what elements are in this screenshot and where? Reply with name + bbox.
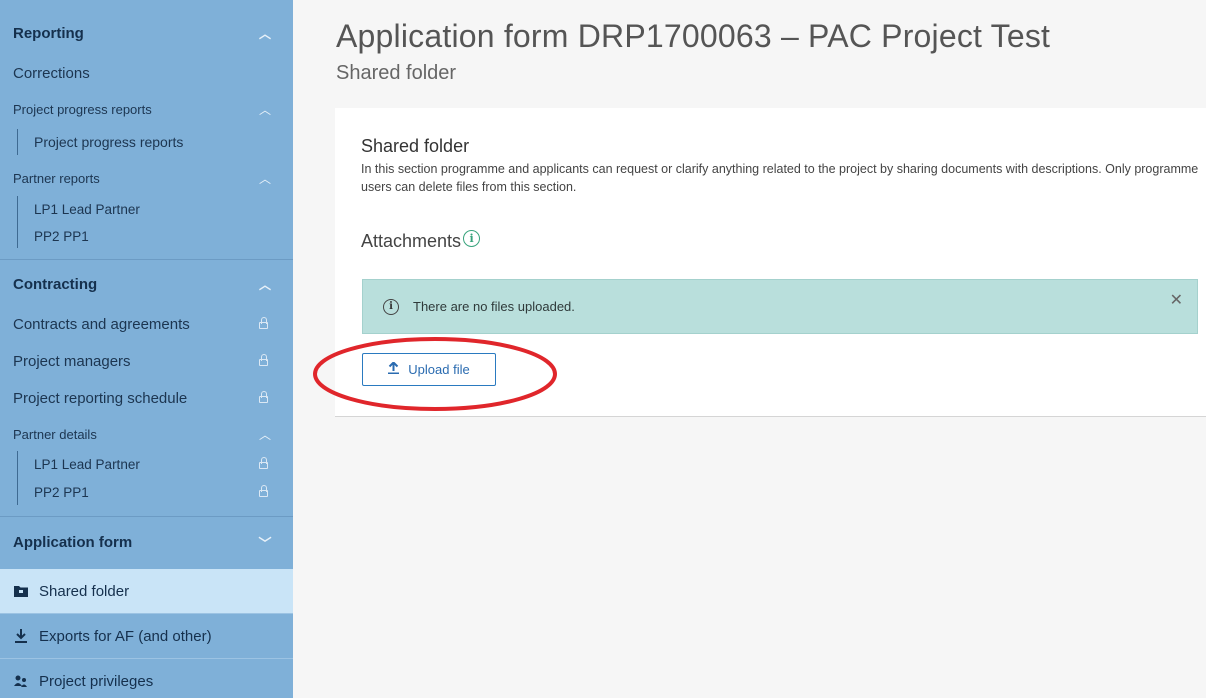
sidebar-section-label: Application form bbox=[13, 533, 133, 551]
card-title: Shared folder bbox=[361, 136, 470, 156]
sidebar-item-label: Project reporting schedule bbox=[13, 389, 188, 407]
sidebar-item-contracts[interactable]: Contracts and agreements bbox=[0, 311, 293, 337]
sidebar-group-label: Partner details bbox=[13, 426, 97, 442]
sidebar-item-label: Exports for AF (and other) bbox=[39, 627, 212, 645]
divider bbox=[0, 516, 293, 517]
sidebar-item-label: Corrections bbox=[13, 64, 90, 82]
sidebar-section-label: Reporting bbox=[13, 24, 84, 42]
card-description: In this section programme and applicants… bbox=[361, 162, 1199, 194]
sidebar: Reporting ︿ Corrections Project progress… bbox=[0, 0, 293, 698]
page-subtitle: Shared folder bbox=[336, 62, 457, 84]
sidebar-item-partner-report-pp2[interactable]: PP2 PP1 bbox=[0, 223, 293, 249]
sidebar-group-partner-details[interactable]: Partner details ︿ bbox=[0, 422, 293, 446]
sidebar-item-label: PP2 PP1 bbox=[34, 228, 89, 244]
sidebar-item-partner-details-lp1[interactable]: LP1 Lead Partner bbox=[0, 451, 293, 477]
no-files-alert: i There are no files uploaded. ✕ bbox=[362, 279, 1198, 334]
chevron-up-icon[interactable]: ︿ bbox=[258, 276, 272, 293]
chevron-up-icon[interactable]: ︿ bbox=[258, 426, 272, 443]
chevron-up-icon[interactable]: ︿ bbox=[258, 101, 272, 118]
sidebar-item-label: Contracts and agreements bbox=[13, 315, 190, 333]
sidebar-item-shared-folder[interactable]: Shared folder bbox=[0, 569, 293, 613]
sidebar-item-label: Shared folder bbox=[39, 582, 130, 600]
sidebar-group-partner-reports[interactable]: Partner reports ︿ bbox=[0, 166, 293, 190]
download-icon bbox=[13, 629, 29, 643]
lock-icon bbox=[259, 317, 268, 329]
shared-folder-card: Shared folder In this section programme … bbox=[335, 108, 1206, 417]
sidebar-item-label: PP2 PP1 bbox=[34, 484, 89, 500]
sidebar-group-label: Partner reports bbox=[13, 170, 100, 186]
sidebar-item-label: LP1 Lead Partner bbox=[34, 201, 140, 217]
users-icon bbox=[13, 675, 29, 687]
folder-icon bbox=[13, 585, 29, 597]
sidebar-group-label: Project progress reports bbox=[13, 101, 152, 117]
sidebar-item-partner-report-lp1[interactable]: LP1 Lead Partner bbox=[0, 196, 293, 222]
chevron-up-icon[interactable]: ︿ bbox=[258, 170, 272, 187]
sidebar-item-progress-reports[interactable]: Project progress reports bbox=[0, 129, 293, 155]
lock-icon bbox=[259, 457, 268, 469]
sidebar-section-contracting[interactable]: Contracting ︿ bbox=[0, 271, 293, 297]
upload-file-label: Upload file bbox=[408, 362, 470, 377]
sidebar-item-label: LP1 Lead Partner bbox=[34, 456, 140, 472]
chevron-down-icon[interactable]: ﹀ bbox=[258, 533, 272, 552]
lock-icon bbox=[259, 391, 268, 403]
sidebar-item-label: Project privileges bbox=[39, 672, 154, 690]
sidebar-item-label: Project managers bbox=[13, 352, 131, 370]
sidebar-item-label: Project progress reports bbox=[34, 134, 184, 150]
upload-icon bbox=[388, 361, 400, 377]
sidebar-item-corrections[interactable]: Corrections bbox=[0, 60, 293, 86]
sidebar-group-progress-reports[interactable]: Project progress reports ︿ bbox=[0, 97, 293, 121]
sidebar-section-application-form[interactable]: Application form ﹀ bbox=[0, 528, 293, 556]
close-icon[interactable]: ✕ bbox=[1170, 290, 1183, 310]
sidebar-section-label: Contracting bbox=[13, 275, 98, 293]
chevron-up-icon[interactable]: ︿ bbox=[258, 25, 272, 42]
page-title: Application form DRP1700063 – PAC Projec… bbox=[336, 18, 1051, 54]
divider bbox=[0, 259, 293, 260]
upload-file-button[interactable]: Upload file bbox=[362, 353, 496, 386]
attachments-heading: Attachments i bbox=[361, 230, 481, 252]
alert-text: There are no files uploaded. bbox=[413, 299, 575, 314]
sidebar-item-project-managers[interactable]: Project managers bbox=[0, 348, 293, 374]
attachments-title: Attachments bbox=[361, 231, 462, 251]
sidebar-section-reporting[interactable]: Reporting ︿ bbox=[0, 20, 293, 46]
lock-icon bbox=[259, 485, 268, 497]
sidebar-item-reporting-schedule[interactable]: Project reporting schedule bbox=[0, 385, 293, 411]
sidebar-item-project-privileges[interactable]: Project privileges bbox=[0, 659, 293, 698]
info-icon: i bbox=[383, 298, 399, 315]
sidebar-item-partner-details-pp2[interactable]: PP2 PP1 bbox=[0, 479, 293, 505]
sidebar-item-exports[interactable]: Exports for AF (and other) bbox=[0, 614, 293, 658]
info-icon[interactable]: i bbox=[463, 230, 481, 247]
lock-icon bbox=[259, 354, 268, 366]
